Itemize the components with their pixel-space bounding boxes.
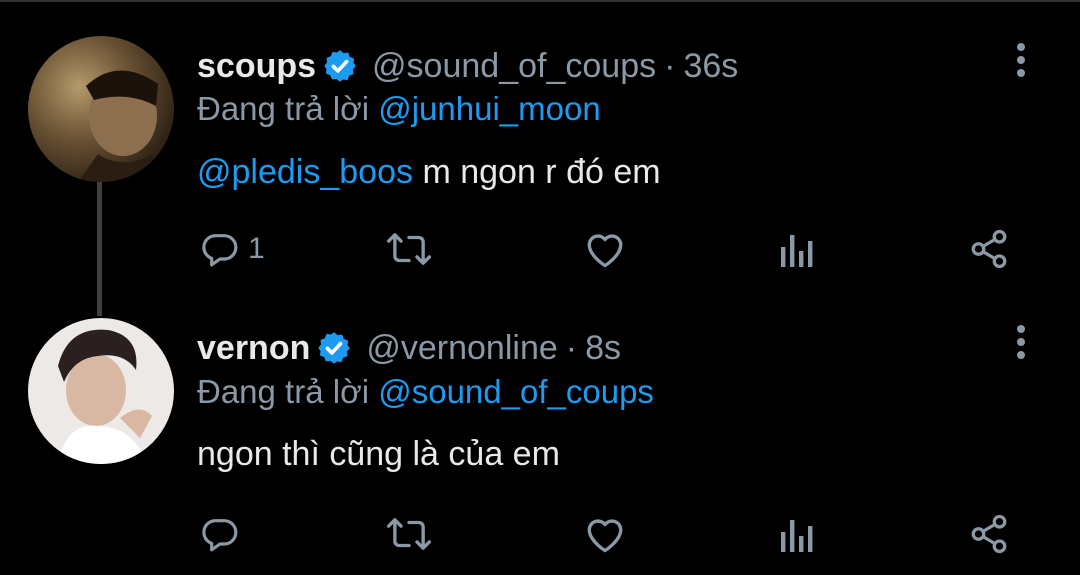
tweet-actions <box>0 511 1080 557</box>
reply-button[interactable] <box>200 511 248 557</box>
avatar-vernon[interactable] <box>28 318 174 464</box>
verified-badge-icon <box>316 330 352 366</box>
tweet-vernon[interactable]: vernon @vernonline · 8s Đang trả lời @so… <box>0 0 1080 575</box>
timestamp[interactable]: 8s <box>585 329 621 368</box>
replying-to-label: Đang trả lời <box>197 373 370 410</box>
tweet-text: ngon thì cũng là của em <box>197 435 560 473</box>
share-button[interactable] <box>968 511 1010 557</box>
analytics-icon <box>779 514 815 554</box>
replying-to: Đang trả lời @sound_of_coups <box>197 373 654 411</box>
retweet-button[interactable] <box>386 511 432 557</box>
reply-icon <box>200 514 240 554</box>
heart-icon <box>584 514 626 554</box>
replying-to-handle[interactable]: @sound_of_coups <box>378 373 654 410</box>
share-icon <box>968 513 1010 555</box>
display-name[interactable]: vernon <box>197 329 310 368</box>
tweet-header: vernon @vernonline · 8s <box>197 324 621 372</box>
views-button[interactable] <box>779 511 815 557</box>
separator-dot: · <box>565 328 578 367</box>
retweet-icon <box>386 514 432 554</box>
more-vertical-icon[interactable] <box>1010 324 1032 364</box>
like-button[interactable] <box>584 511 626 557</box>
user-handle[interactable]: @vernonline <box>366 329 557 368</box>
